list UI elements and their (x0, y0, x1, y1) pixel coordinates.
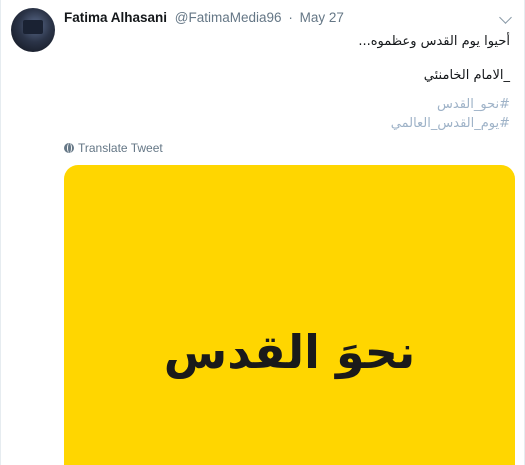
tweet-media-image[interactable]: نحوَ القدس (64, 165, 515, 465)
avatar-image (23, 20, 43, 34)
hashtag-link[interactable]: #يوم_القدس_العالمي (70, 115, 510, 133)
tweet-text-line-2: _الامام الخامنئي (423, 68, 510, 83)
author-handle[interactable]: @FatimaMedia96 (175, 10, 282, 25)
avatar[interactable] (11, 8, 55, 52)
tweet-header: Fatima Alhasani @FatimaMedia96 · May 27 (64, 9, 344, 27)
author-name[interactable]: Fatima Alhasani (64, 10, 167, 25)
media-caption: نحوَ القدس (163, 325, 416, 379)
separator-dot: · (288, 10, 293, 25)
translate-tweet-link[interactable]: Translate Tweet (64, 141, 163, 155)
tweet-date[interactable]: May 27 (300, 10, 344, 25)
tweet-card[interactable]: Fatima Alhasani @FatimaMedia96 · May 27 … (0, 0, 525, 465)
globe-icon (64, 143, 74, 153)
translate-label: Translate Tweet (78, 141, 163, 155)
chevron-down-icon[interactable] (499, 11, 512, 24)
hashtag-link[interactable]: #نحو_القدس (70, 96, 510, 114)
tweet-text-line-1: أحيوا يوم القدس وعظموه... (358, 34, 510, 49)
